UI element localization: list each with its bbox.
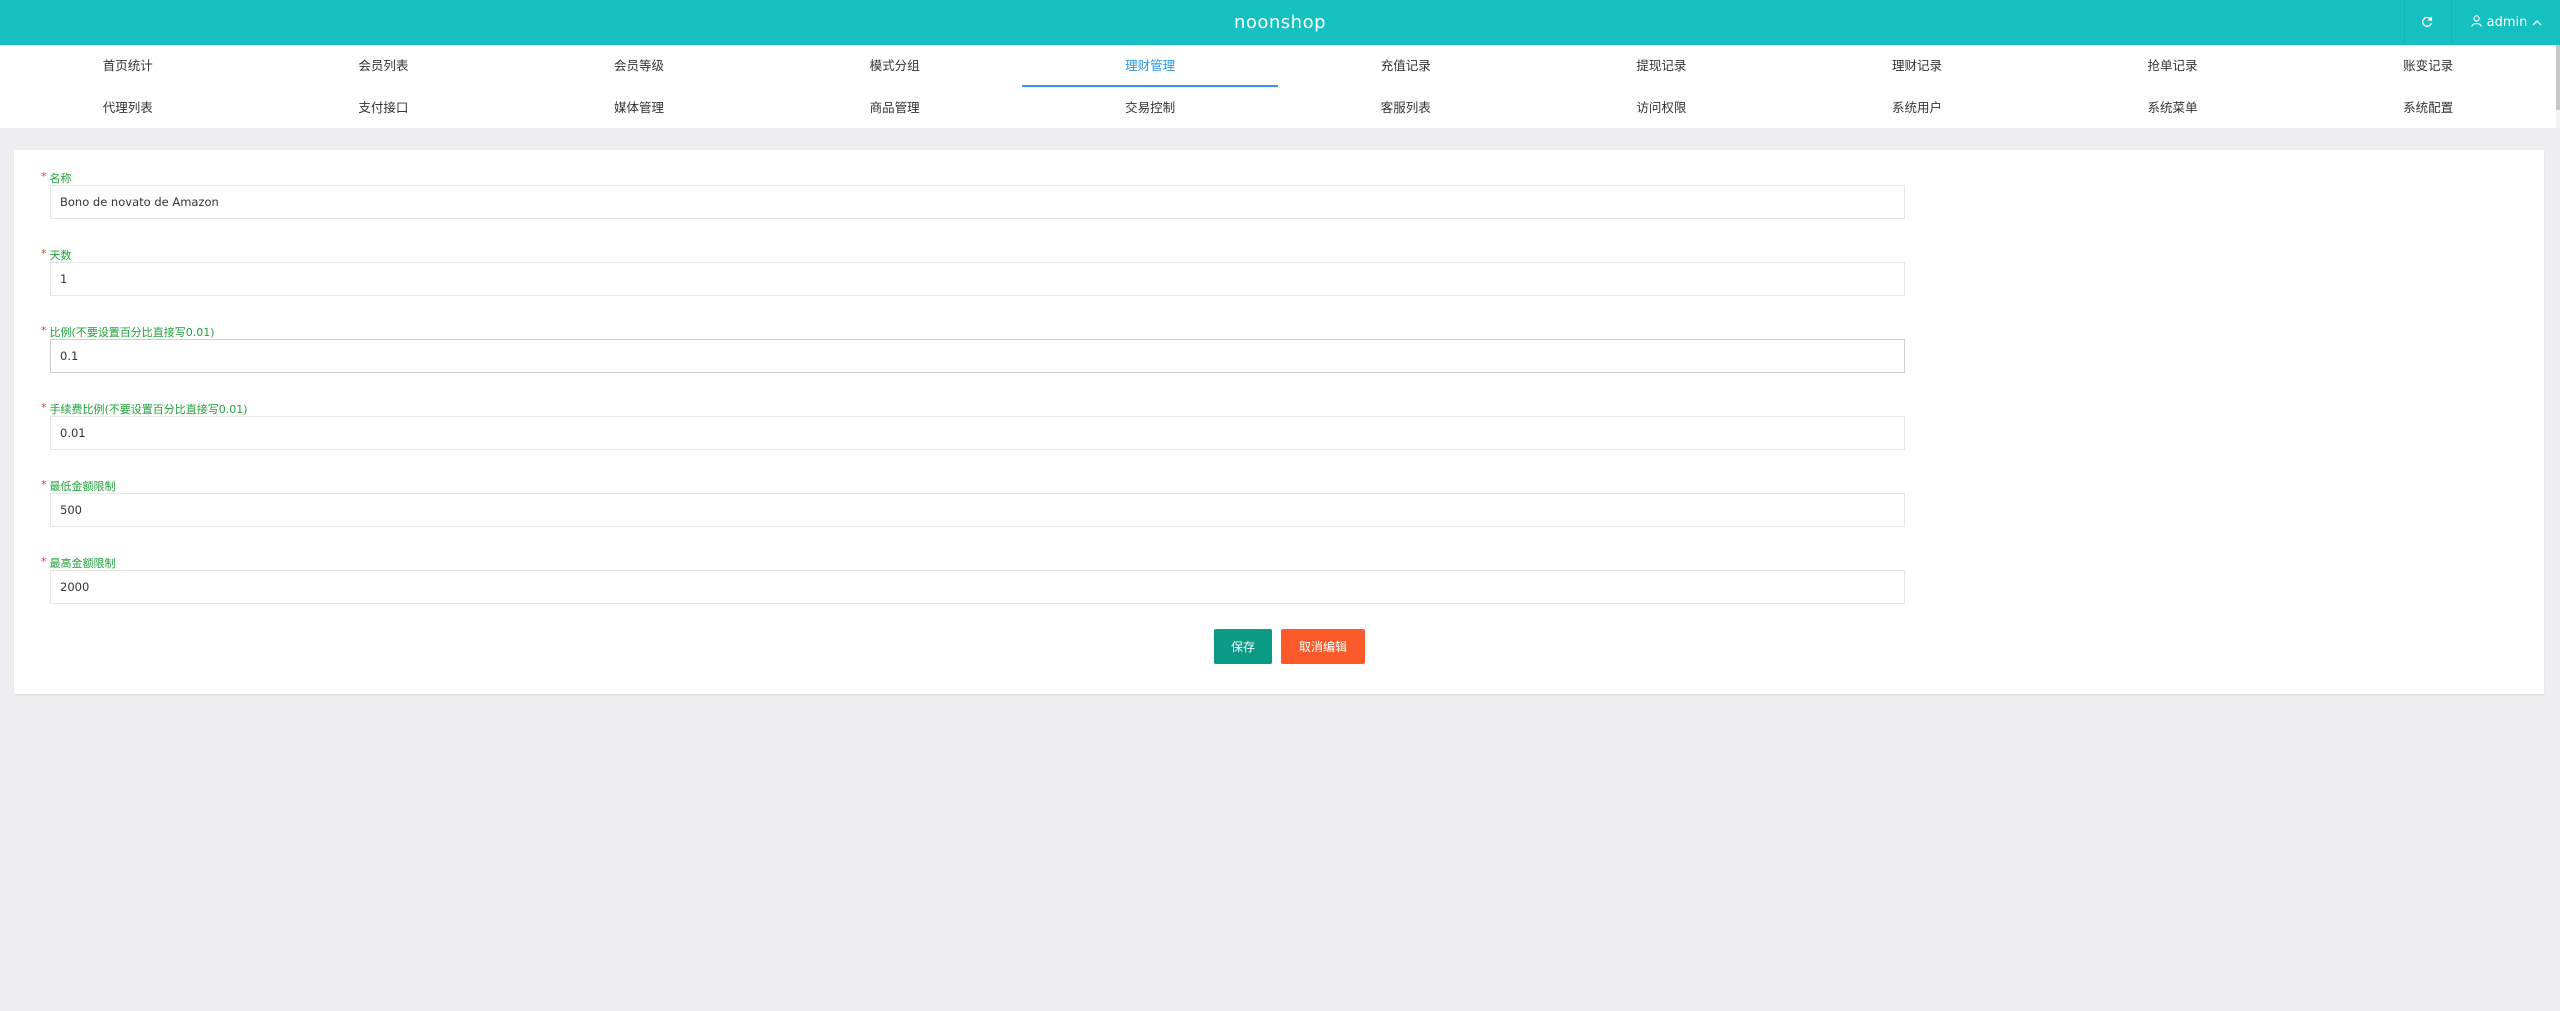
cancel-edit-button[interactable]: 取消编辑 <box>1281 629 1365 664</box>
field-label: * 名称 <box>41 170 72 186</box>
brand-title: noonshop <box>1233 12 1327 33</box>
nav-mode-group[interactable]: 模式分组 <box>767 45 1023 86</box>
nav-system-config[interactable]: 系统配置 <box>2300 87 2556 128</box>
nav-system-users[interactable]: 系统用户 <box>1789 87 2045 128</box>
field-label-text: 最低金额限制 <box>49 480 116 493</box>
main-nav: 首页统计 会员列表 会员等级 模式分组 理财管理 充值记录 提现记录 理财记录 … <box>0 45 2556 128</box>
nav-member-list[interactable]: 会员列表 <box>256 45 512 86</box>
nav-member-level[interactable]: 会员等级 <box>511 45 767 86</box>
chevron-up-icon <box>2532 15 2542 30</box>
field-label: * 比例(不要设置百分比直接写0.01) <box>41 324 215 340</box>
refresh-icon <box>2421 13 2433 32</box>
ratio-input[interactable] <box>50 339 1905 373</box>
nav-scrollbar[interactable] <box>2556 45 2560 128</box>
nav-media-management[interactable]: 媒体管理 <box>511 87 767 128</box>
required-mark: * <box>41 478 47 491</box>
nav-support-list[interactable]: 客服列表 <box>1278 87 1534 128</box>
nav-row-1: 首页统计 会员列表 会员等级 模式分组 理财管理 充值记录 提现记录 理财记录 … <box>0 45 2556 87</box>
nav-recharge-records[interactable]: 充值记录 <box>1278 45 1534 86</box>
top-bar: noonshop admin <box>0 0 2560 45</box>
nav-home-stats[interactable]: 首页统计 <box>0 45 256 86</box>
refresh-button[interactable] <box>2404 0 2449 45</box>
nav-system-menu[interactable]: 系统菜单 <box>2045 87 2301 128</box>
max-amount-input[interactable] <box>50 570 1905 604</box>
save-button[interactable]: 保存 <box>1214 629 1272 664</box>
field-label-text: 手续费比例(不要设置百分比直接写0.01) <box>49 403 248 416</box>
field-label: * 最高金额限制 <box>41 555 116 571</box>
field-label-text: 名称 <box>49 172 72 185</box>
field-label: * 手续费比例(不要设置百分比直接写0.01) <box>41 401 248 417</box>
nav-balance-change-records[interactable]: 账变记录 <box>2300 45 2556 86</box>
nav-finance-records[interactable]: 理财记录 <box>1789 45 2045 86</box>
nav-withdraw-records[interactable]: 提现记录 <box>1534 45 1790 86</box>
nav-finance-management[interactable]: 理财管理 <box>1022 45 1278 87</box>
nav-product-management[interactable]: 商品管理 <box>767 87 1023 128</box>
fee-ratio-input[interactable] <box>50 416 1905 450</box>
edit-form-panel: *名称 *天数 *比例(不要设置百分比直接写0.01) *手续费比例(不要设置百… <box>14 150 2544 694</box>
user-menu[interactable]: admin <box>2451 0 2560 45</box>
user-name: admin <box>2486 15 2528 30</box>
required-mark: * <box>41 401 47 414</box>
name-input[interactable] <box>50 185 1905 219</box>
nav-access-permission[interactable]: 访问权限 <box>1534 87 1790 128</box>
nav-scrollbar-thumb[interactable] <box>2556 45 2560 110</box>
nav-trade-control[interactable]: 交易控制 <box>1022 87 1278 128</box>
nav-agent-list[interactable]: 代理列表 <box>0 87 256 128</box>
days-input[interactable] <box>50 262 1905 296</box>
nav-payment-interface[interactable]: 支付接口 <box>256 87 512 128</box>
field-label: * 天数 <box>41 247 72 263</box>
field-label-text: 天数 <box>49 249 72 262</box>
required-mark: * <box>41 324 47 337</box>
nav-row-2: 代理列表 支付接口 媒体管理 商品管理 交易控制 客服列表 访问权限 系统用户 … <box>0 87 2556 128</box>
user-icon <box>2470 14 2482 31</box>
field-label: * 最低金额限制 <box>41 478 116 494</box>
field-label-text: 最高金额限制 <box>49 557 116 570</box>
required-mark: * <box>41 170 47 183</box>
required-mark: * <box>41 555 47 568</box>
nav-order-grab-records[interactable]: 抢单记录 <box>2045 45 2301 86</box>
field-label-text: 比例(不要设置百分比直接写0.01) <box>49 326 215 339</box>
required-mark: * <box>41 247 47 260</box>
min-amount-input[interactable] <box>50 493 1905 527</box>
